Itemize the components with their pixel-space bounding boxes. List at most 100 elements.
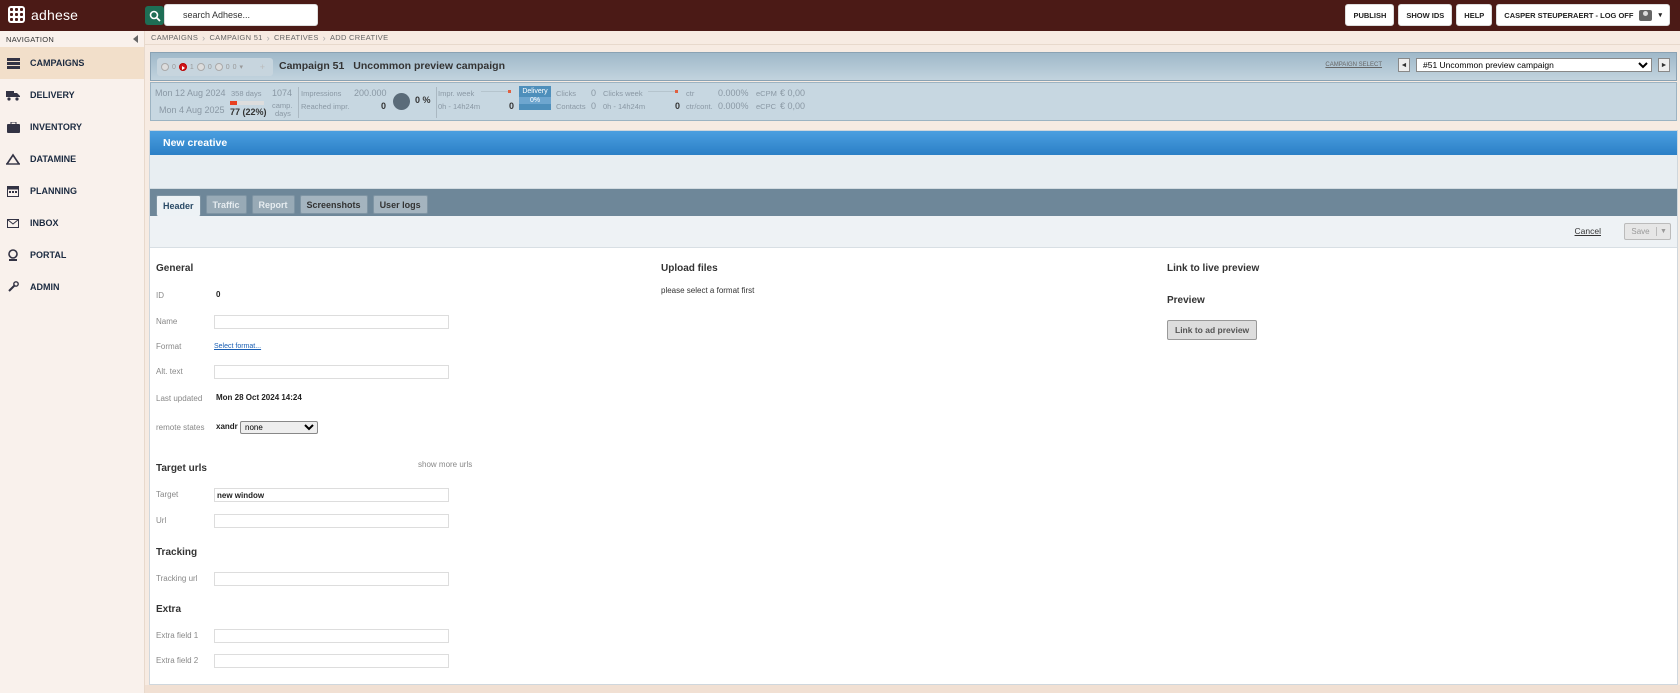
id-value: 0 xyxy=(216,290,221,299)
prev-campaign-button[interactable]: ◄ xyxy=(1398,58,1410,72)
extra-field-2-input[interactable] xyxy=(214,654,449,668)
datamine-icon xyxy=(6,153,20,165)
breadcrumb-item-campaigns[interactable]: CAMPAIGNS xyxy=(151,33,198,42)
upload-files-section-title: Upload files xyxy=(661,263,718,274)
bottom-strip xyxy=(145,685,1680,693)
breadcrumb-item-campaign[interactable]: CAMPAIGN 51 xyxy=(209,33,262,42)
remote-state-select[interactable]: none xyxy=(240,421,318,434)
sidebar-item-portal[interactable]: PORTAL xyxy=(0,239,144,271)
impressions-value: 200.000 xyxy=(354,88,387,98)
remote-states-label: remote states xyxy=(156,423,205,432)
show-ids-button[interactable]: SHOW IDS xyxy=(1398,4,1453,26)
status-filter[interactable]: 0 1 0 0 0 ▾ + xyxy=(157,58,273,76)
creative-form: General ID 0 Name Format Select format..… xyxy=(150,248,1677,685)
user-menu-button[interactable]: CASPER STEUPERAERT - LOG OFF ▾ xyxy=(1496,4,1670,26)
logo[interactable]: adhese xyxy=(8,6,78,23)
select-format-link[interactable]: Select format... xyxy=(214,343,261,350)
search-icon xyxy=(149,10,161,22)
ctrcont-value: 0.000% xyxy=(718,101,749,111)
sidebar-item-label: ADMIN xyxy=(30,282,60,292)
next-campaign-button[interactable]: ► xyxy=(1658,58,1670,72)
last-updated-label: Last updated xyxy=(156,394,203,403)
name-input[interactable] xyxy=(214,315,449,329)
sidebar-item-planning[interactable]: PLANNING xyxy=(0,175,144,207)
calendar-icon xyxy=(6,185,20,197)
stats-bar: Mon 12 Aug 2024 358 days Mon 4 Aug 2025 … xyxy=(150,82,1677,121)
creative-panel: New creative Header Traffic Report Scree… xyxy=(149,130,1678,685)
clicks-label: Clicks xyxy=(556,89,576,98)
duration-progress-fill xyxy=(230,101,238,105)
search-button[interactable] xyxy=(145,6,164,25)
tracking-section-title: Tracking xyxy=(156,547,198,558)
alt-text-label: Alt. text xyxy=(156,367,183,376)
last-updated-value: Mon 28 Oct 2024 14:24 xyxy=(216,393,302,402)
breadcrumb: CAMPAIGNS › CAMPAIGN 51 › CREATIVES › AD… xyxy=(145,31,1680,45)
panel-subheader xyxy=(150,155,1677,189)
target-urls-section-title: Target urls xyxy=(156,463,207,474)
target-input[interactable] xyxy=(214,488,449,502)
tab-report: Report xyxy=(251,195,295,214)
url-input[interactable] xyxy=(214,514,449,528)
tracking-url-input[interactable] xyxy=(214,572,449,586)
breadcrumb-separator-icon: › xyxy=(322,32,326,43)
top-bar: adhese PUBLISH SHOW IDS HELP CASPER STEU… xyxy=(0,0,1680,31)
live-preview-section-title: Link to live preview xyxy=(1167,263,1260,274)
breadcrumb-separator-icon: › xyxy=(266,32,270,43)
format-label: Format xyxy=(156,342,182,351)
status-count: 1 xyxy=(189,63,194,71)
link-to-ad-preview-button[interactable]: Link to ad preview xyxy=(1167,320,1258,340)
alt-text-input[interactable] xyxy=(214,365,449,379)
chevron-down-icon: ▼ xyxy=(1660,228,1667,235)
add-icon[interactable]: + xyxy=(260,62,265,72)
status-count: 0 xyxy=(207,63,212,71)
extra-field-2-label: Extra field 2 xyxy=(156,656,199,665)
impr-week-label: Impr. week xyxy=(438,89,475,98)
help-button[interactable]: HELP xyxy=(1456,4,1493,26)
campaign-select[interactable]: #51 Uncommon preview campaign xyxy=(1416,58,1652,72)
sidebar-item-campaigns[interactable]: CAMPAIGNS xyxy=(0,47,144,79)
chevron-down-icon: ▾ xyxy=(239,64,244,71)
remote-state-name: xandr xyxy=(216,422,238,431)
briefcase-icon xyxy=(6,121,20,133)
sidebar-item-admin[interactable]: ADMIN xyxy=(0,271,144,303)
status-count: 0 xyxy=(232,63,237,71)
user-icon xyxy=(1639,9,1653,21)
top-actions: PUBLISH SHOW IDS HELP CASPER STEUPERAERT… xyxy=(1345,4,1670,26)
status-running-icon xyxy=(178,63,187,71)
tab-header[interactable]: Header xyxy=(156,195,201,216)
days-label: 358 days xyxy=(231,89,262,98)
tab-screenshots[interactable]: Screenshots xyxy=(299,195,368,214)
sidebar-item-inventory[interactable]: INVENTORY xyxy=(0,111,144,143)
preview-section-title: Preview xyxy=(1167,295,1205,306)
publish-button[interactable]: PUBLISH xyxy=(1345,4,1395,26)
sidebar-item-delivery[interactable]: DELIVERY xyxy=(0,79,144,111)
camp-days-value: 1074 xyxy=(272,88,293,98)
extra-field-1-input[interactable] xyxy=(214,629,449,643)
search-input[interactable] xyxy=(164,4,318,26)
campaigns-icon xyxy=(6,57,20,69)
nav-header-label: NAVIGATION xyxy=(6,34,55,44)
sidebar-item-inbox[interactable]: INBOX xyxy=(0,207,144,239)
wrench-icon xyxy=(6,281,20,293)
collapse-icon[interactable] xyxy=(133,35,138,43)
logo-text: adhese xyxy=(31,6,79,23)
extra-section-title: Extra xyxy=(156,604,182,615)
reached-label: Reached impr. xyxy=(301,102,350,111)
delivery-pct: 0% xyxy=(519,97,551,104)
delivery-badge: Delivery 0% xyxy=(519,86,551,110)
impr-week-range: 0h - 14h24m xyxy=(438,102,481,111)
show-more-urls-link[interactable]: show more urls xyxy=(418,460,472,469)
tab-strip: Header Traffic Report Screenshots User l… xyxy=(150,189,1677,216)
breadcrumb-item-creatives[interactable]: CREATIVES xyxy=(274,33,319,42)
campaign-title: Campaign 51 Uncommon preview campaign xyxy=(279,60,511,72)
target-label: Target xyxy=(156,490,179,499)
cancel-link[interactable]: Cancel xyxy=(1575,226,1601,236)
campaign-select-link[interactable]: CAMPAIGN SELECT xyxy=(1325,62,1382,68)
sidebar-item-datamine[interactable]: DATAMINE xyxy=(0,143,144,175)
ctrcont-label: ctr/cont. xyxy=(686,102,713,111)
general-section-title: General xyxy=(156,263,194,274)
tab-user-logs[interactable]: User logs xyxy=(372,195,428,214)
sidebar-item-label: CAMPAIGNS xyxy=(30,58,85,68)
chevron-down-icon: ▾ xyxy=(1658,12,1662,19)
ctr-value: 0.000% xyxy=(718,88,749,98)
